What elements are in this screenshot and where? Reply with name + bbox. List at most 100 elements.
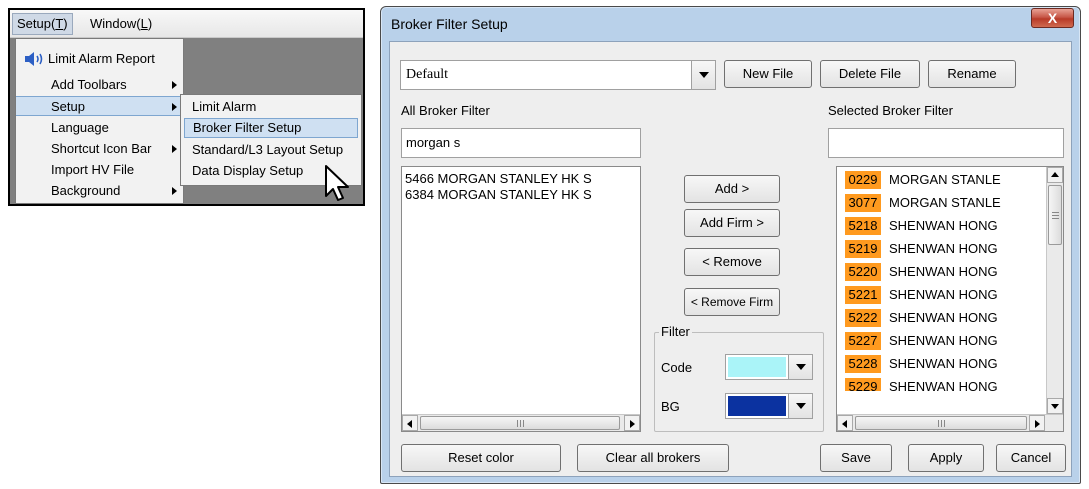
broker-code: 5219: [845, 240, 881, 258]
all-broker-hscrollbar[interactable]: [402, 414, 640, 431]
submenu-item-layout-setup[interactable]: Standard/L3 Layout Setup: [184, 140, 358, 160]
bg-color-swatch: [728, 396, 786, 416]
menu-setup-label: Setup(: [17, 16, 56, 31]
selected-broker-hscrollbar[interactable]: [837, 414, 1063, 431]
selected-broker-list[interactable]: 0229 MORGAN STANLE 3077 MORGAN STANLE 5218…: [836, 166, 1064, 432]
broker-name: SHENWAN HONG: [889, 310, 998, 325]
submenu-item-broker-filter-setup[interactable]: Broker Filter Setup: [184, 118, 358, 138]
remove-firm-button[interactable]: < Remove Firm: [684, 288, 780, 316]
scroll-thumb[interactable]: [1048, 185, 1062, 245]
all-broker-search-input[interactable]: morgan s: [401, 128, 641, 158]
cancel-button[interactable]: Cancel: [996, 444, 1066, 472]
broker-name: SHENWAN HONG: [889, 356, 998, 371]
menu-item-limit-alarm-report[interactable]: Limit Alarm Report: [16, 49, 183, 69]
menu-window-label: Window(: [90, 16, 141, 31]
menu-item-label: Background: [51, 183, 121, 198]
dialog-title: Broker Filter Setup: [391, 16, 508, 32]
broker-name: SHENWAN HONG: [889, 333, 998, 348]
menu-bar: Setup(T) Window(L): [10, 10, 363, 38]
menu-window[interactable]: Window(L): [86, 13, 156, 35]
menu-window-end: ): [147, 16, 153, 31]
menu-screenshot: Setup(T) Window(L) Limit Alarm Report Ad…: [8, 8, 365, 206]
submenu-arrow-icon: [172, 103, 177, 111]
bg-color-dropdown[interactable]: [725, 393, 813, 419]
new-file-button[interactable]: New File: [724, 60, 812, 88]
list-item[interactable]: 6384 MORGAN STANLEY HK S: [405, 186, 592, 204]
menu-item-label: Language: [51, 120, 109, 135]
scroll-thumb[interactable]: [420, 416, 620, 430]
list-item[interactable]: 0229 MORGAN STANLE: [845, 171, 1001, 189]
broker-filter-setup-dialog: Broker Filter Setup X Default New File D…: [380, 6, 1081, 484]
menu-item-label: Setup: [51, 99, 85, 114]
list-item[interactable]: 5220 SHENWAN HONG: [845, 263, 998, 281]
dialog-content: Default New File Delete File Rename All …: [389, 41, 1072, 477]
scroll-left-icon[interactable]: [837, 415, 853, 431]
menu-item-label: Shortcut Icon Bar: [51, 141, 152, 156]
code-color-dropdown[interactable]: [725, 354, 813, 380]
broker-name: MORGAN STANLE: [889, 195, 1001, 210]
scroll-up-icon[interactable]: [1047, 167, 1063, 183]
setup-dropdown-menu: Limit Alarm Report Add Toolbars Setup La…: [15, 38, 184, 204]
list-item[interactable]: 5219 SHENWAN HONG: [845, 240, 998, 258]
menu-setup-end: ): [63, 16, 68, 31]
menu-item-label: Add Toolbars: [51, 77, 127, 92]
list-item[interactable]: 5228 SHENWAN HONG: [845, 355, 998, 373]
scroll-down-icon[interactable]: [1047, 398, 1063, 414]
broker-code: 5229: [845, 378, 881, 391]
selected-broker-search-input[interactable]: [828, 128, 1064, 158]
list-item[interactable]: 5227 SHENWAN HONG: [845, 332, 998, 350]
menu-item-background[interactable]: Background: [16, 181, 183, 201]
file-select-value: Default: [406, 67, 448, 82]
submenu-arrow-icon: [172, 81, 177, 89]
close-button[interactable]: X: [1031, 8, 1074, 28]
reset-color-button[interactable]: Reset color: [401, 444, 561, 472]
chevron-down-icon[interactable]: [691, 61, 715, 89]
broker-code: 5218: [845, 217, 881, 235]
menu-item-language[interactable]: Language: [16, 118, 183, 138]
list-item[interactable]: 5222 SHENWAN HONG: [845, 309, 998, 327]
delete-file-button[interactable]: Delete File: [820, 60, 920, 88]
submenu-arrow-icon: [172, 145, 177, 153]
selected-broker-vscrollbar[interactable]: [1046, 167, 1063, 414]
list-item-partial[interactable]: 5229 SHENWAN HONG: [845, 378, 998, 391]
broker-code: 5221: [845, 286, 881, 304]
menu-item-label: Limit Alarm Report: [48, 51, 155, 66]
scroll-thumb[interactable]: [855, 416, 1027, 430]
add-firm-button[interactable]: Add Firm >: [684, 209, 780, 237]
broker-code: 5228: [845, 355, 881, 373]
broker-code: 3077: [845, 194, 881, 212]
chevron-down-icon[interactable]: [788, 355, 812, 379]
dialog-titlebar[interactable]: Broker Filter Setup X: [381, 7, 1080, 41]
menu-item-import-hv-file[interactable]: Import HV File: [16, 160, 183, 180]
add-button[interactable]: Add >: [684, 175, 780, 203]
all-broker-list[interactable]: 5466 MORGAN STANLEY HK S 6384 MORGAN STA…: [401, 166, 641, 432]
list-item[interactable]: 5221 SHENWAN HONG: [845, 286, 998, 304]
scroll-left-icon[interactable]: [402, 415, 418, 431]
broker-name: MORGAN STANLE: [889, 172, 1001, 187]
broker-code: 0229: [845, 171, 881, 189]
broker-name: SHENWAN HONG: [889, 241, 998, 256]
speaker-icon: [25, 52, 43, 66]
list-item[interactable]: 3077 MORGAN STANLE: [845, 194, 1001, 212]
file-select-dropdown[interactable]: Default: [400, 60, 716, 90]
filter-legend: Filter: [659, 324, 692, 339]
submenu-item-limit-alarm[interactable]: Limit Alarm: [184, 97, 358, 117]
code-color-swatch: [728, 357, 786, 377]
apply-button[interactable]: Apply: [908, 444, 984, 472]
menu-item-add-toolbars[interactable]: Add Toolbars: [16, 75, 183, 95]
menu-item-shortcut-icon-bar[interactable]: Shortcut Icon Bar: [16, 139, 183, 159]
broker-name: SHENWAN HONG: [889, 287, 998, 302]
bg-color-label: BG: [661, 399, 680, 414]
submenu-arrow-icon: [172, 187, 177, 195]
scroll-right-icon[interactable]: [1029, 415, 1045, 431]
menu-item-setup[interactable]: Setup: [16, 96, 183, 116]
menu-setup[interactable]: Setup(T): [12, 13, 73, 35]
chevron-down-icon[interactable]: [788, 394, 812, 418]
scroll-right-icon[interactable]: [624, 415, 640, 431]
remove-button[interactable]: < Remove: [684, 248, 780, 276]
clear-all-brokers-button[interactable]: Clear all brokers: [577, 444, 729, 472]
filter-group: Filter Code BG: [654, 324, 824, 432]
save-button[interactable]: Save: [820, 444, 892, 472]
list-item[interactable]: 5218 SHENWAN HONG: [845, 217, 998, 235]
rename-button[interactable]: Rename: [928, 60, 1016, 88]
